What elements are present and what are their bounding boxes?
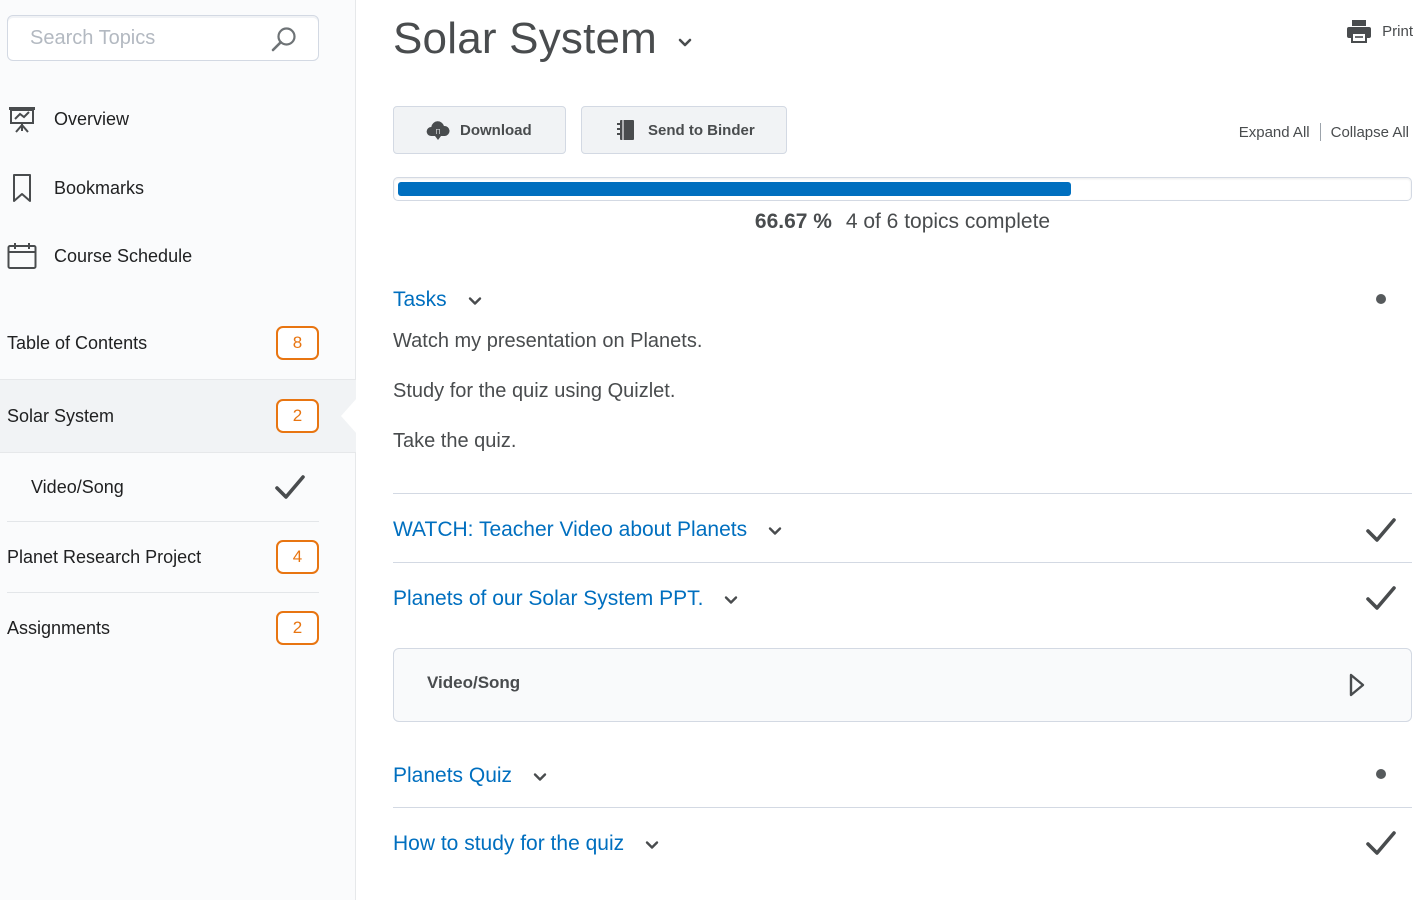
play-icon [1349, 673, 1365, 697]
bookmark-icon [13, 174, 31, 202]
progress-percent: 66.67 % [754, 210, 832, 233]
search-icon[interactable] [270, 25, 298, 53]
checkmark-icon [1366, 831, 1396, 855]
section-title: Tasks [393, 288, 447, 311]
section-watch-teacher-video[interactable]: WATCH: Teacher Video about Planets [393, 518, 783, 542]
chevron-down-icon [533, 773, 547, 781]
toc-count-badge: 2 [276, 399, 319, 433]
task-item: Watch my presentation on Planets. [393, 330, 703, 352]
task-item: Study for the quiz using Quizlet. [393, 380, 676, 402]
selected-indicator [341, 398, 357, 434]
incomplete-status-dot [1376, 294, 1386, 304]
collapse-all-link[interactable]: Collapse All [1331, 124, 1409, 141]
presentation-icon [9, 107, 35, 133]
print-label: Print [1382, 22, 1413, 40]
section-title: WATCH: Teacher Video about Planets [393, 518, 748, 541]
send-to-binder-button[interactable]: Send to Binder [581, 106, 787, 154]
calendar-icon [7, 243, 37, 269]
toc-item-solar-system[interactable]: Solar System 2 [0, 379, 357, 453]
toc-divider [7, 521, 319, 522]
download-button[interactable]: Download [393, 106, 566, 154]
page-title-dropdown[interactable]: Solar System [393, 14, 695, 64]
sidebar-item-label: Overview [54, 108, 130, 129]
section-planets-ppt[interactable]: Planets of our Solar System PPT. [393, 587, 739, 611]
toc-item-table-of-contents[interactable]: Table of Contents 8 [0, 311, 356, 375]
section-how-to-study[interactable]: How to study for the quiz [393, 832, 660, 856]
progress-bar [393, 177, 1412, 201]
expand-all-link[interactable]: Expand All [1239, 124, 1310, 141]
checkmark-icon [275, 475, 305, 499]
toc-item-label: Video/Song [31, 476, 124, 497]
chevron-down-icon [725, 596, 738, 604]
sidebar-item-course-schedule[interactable]: Course Schedule [0, 234, 356, 278]
sidebar-item-overview[interactable]: Overview [0, 97, 356, 141]
chevron-down-icon [678, 38, 692, 47]
section-tasks[interactable]: Tasks [393, 288, 483, 312]
incomplete-status-dot [1376, 769, 1386, 779]
printer-icon [1347, 20, 1372, 43]
search-input[interactable] [8, 16, 268, 60]
section-title: How to study for the quiz [393, 832, 625, 855]
task-item: Take the quiz. [393, 430, 517, 452]
section-planets-quiz[interactable]: Planets Quiz [393, 764, 548, 788]
section-divider [393, 493, 1412, 494]
sidebar-item-label: Course Schedule [54, 245, 193, 266]
send-to-binder-label: Send to Binder [648, 121, 755, 139]
progress-summary: 66.67 % 4 of 6 topics complete [356, 210, 1425, 234]
topic-card-video-song[interactable]: Video/Song [393, 648, 1412, 722]
toc-item-planet-research-project[interactable]: Planet Research Project 4 [0, 525, 356, 589]
section-title: Planets of our Solar System PPT. [393, 587, 704, 610]
toc-item-assignments[interactable]: Assignments 2 [0, 596, 356, 660]
page-title: Solar System [393, 14, 658, 63]
toc-count-badge: 8 [276, 326, 319, 360]
section-divider [393, 807, 1412, 808]
link-separator [1319, 123, 1321, 141]
toc-count-badge: 2 [276, 611, 319, 645]
sidebar-item-label: Bookmarks [54, 177, 145, 198]
section-title: Planets Quiz [393, 764, 513, 787]
cloud-download-icon [426, 121, 450, 140]
chevron-down-icon [768, 527, 782, 535]
checkmark-icon [1366, 518, 1396, 542]
section-divider [393, 562, 1412, 563]
sidebar: Overview Bookmarks Course Schedule Table… [0, 0, 357, 900]
progress-bar-fill [398, 182, 1071, 196]
chevron-down-icon [468, 297, 481, 305]
sidebar-item-bookmarks[interactable]: Bookmarks [0, 166, 356, 210]
toc-item-label: Assignments [7, 617, 111, 638]
toc-divider [7, 592, 319, 593]
binder-icon [617, 120, 634, 140]
main-content: Solar System Print Download Send to Bind… [356, 0, 1425, 900]
expand-collapse-links: Expand All Collapse All [1239, 123, 1409, 141]
print-button[interactable]: Print [1346, 18, 1413, 44]
search-box [7, 15, 319, 61]
toc-item-label: Planet Research Project [7, 546, 202, 567]
checkmark-icon [1366, 586, 1396, 610]
chevron-down-icon [645, 841, 659, 849]
download-label: Download [460, 121, 532, 139]
toc-item-video-song[interactable]: Video/Song [0, 455, 356, 519]
toc-count-badge: 4 [276, 540, 319, 574]
toc-item-label: Solar System [7, 405, 115, 426]
topic-card-label: Video/Song [427, 673, 521, 692]
toc-item-label: Table of Contents [7, 332, 148, 353]
progress-topics-complete: 4 of 6 topics complete [845, 210, 1051, 233]
